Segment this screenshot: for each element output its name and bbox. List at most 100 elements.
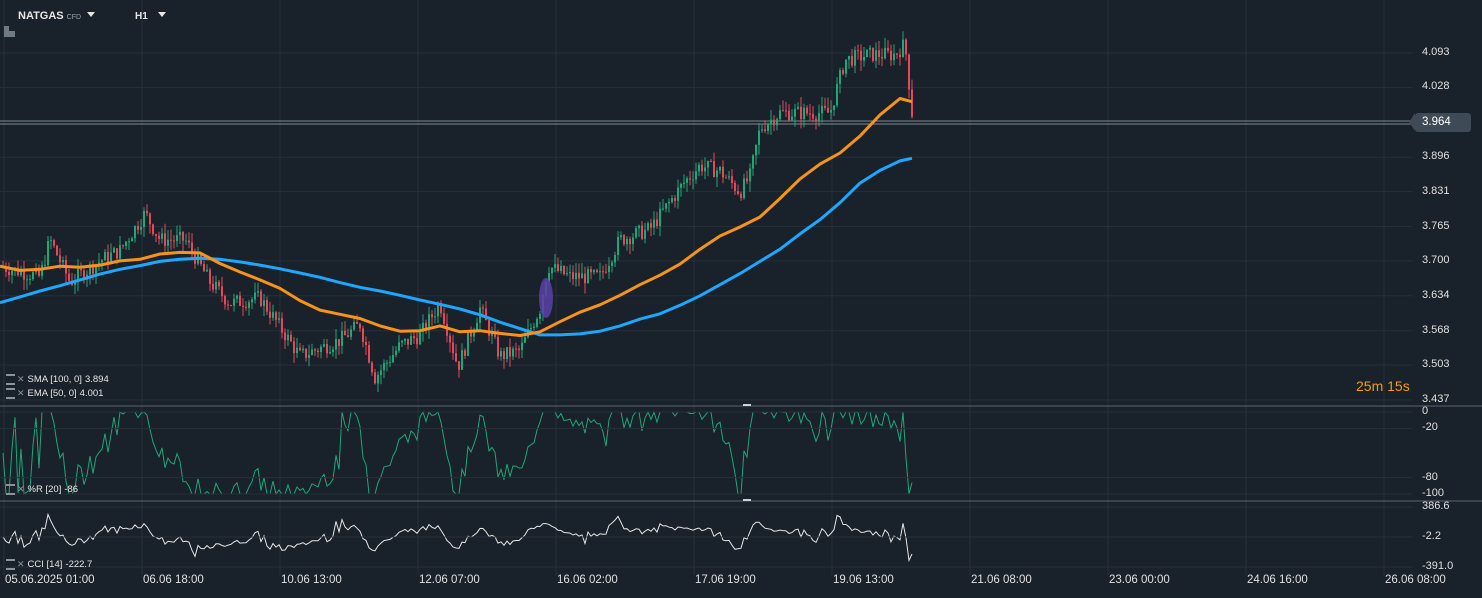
candle-body xyxy=(218,281,220,287)
candle-body xyxy=(629,238,631,245)
candle-body xyxy=(377,374,379,384)
candle-body xyxy=(140,227,142,230)
candle-body xyxy=(56,245,58,256)
candle-body xyxy=(362,328,364,342)
candle-body xyxy=(551,267,553,274)
time-tick-label: 10.06 13:00 xyxy=(281,574,342,586)
candle-body xyxy=(791,116,793,121)
candle-body xyxy=(23,270,25,280)
candle-body xyxy=(770,119,772,125)
candle-body xyxy=(263,300,265,306)
candle-body xyxy=(371,362,373,373)
price-tick-label: 4.028 xyxy=(1422,80,1450,93)
settings-icon[interactable] xyxy=(6,388,15,399)
candle-body xyxy=(536,318,538,327)
candle-body xyxy=(335,339,337,350)
symbol-selector[interactable]: NATGAS CFD xyxy=(18,10,96,22)
wr-value: -86 xyxy=(64,484,79,495)
candle-body xyxy=(713,161,715,178)
candle-body xyxy=(707,160,709,168)
time-tick-label: 16.06 02:00 xyxy=(557,574,618,586)
candle-body xyxy=(80,268,82,271)
candle-body xyxy=(503,351,505,360)
close-icon[interactable]: ✕ xyxy=(17,388,25,399)
candle-body xyxy=(869,47,871,50)
candle-body xyxy=(908,54,910,90)
sma-line xyxy=(0,156,913,337)
sma-indicator-label[interactable]: ✕ SMA [100, 0] 3.894 xyxy=(6,374,109,385)
candle-body xyxy=(125,241,127,246)
candle-body xyxy=(515,348,517,350)
close-icon[interactable]: ✕ xyxy=(17,559,25,570)
time-tick-label: 24.06 16:00 xyxy=(1247,574,1308,586)
pane-resize-handle[interactable] xyxy=(743,499,751,501)
wr-indicator-label[interactable]: ✕ %R [20] -86 xyxy=(6,484,78,495)
candle-body xyxy=(605,271,607,273)
ema-label: EMA [50, 0] xyxy=(27,388,77,399)
wr-tick-label: -80 xyxy=(1422,470,1438,483)
candle-body xyxy=(764,129,766,132)
time-tick-label: 26.06 08:00 xyxy=(1385,574,1446,586)
candle-body xyxy=(368,345,370,363)
candle-body xyxy=(398,342,400,351)
candle-body xyxy=(794,109,796,117)
candle-body xyxy=(410,336,412,345)
timeframe-selector[interactable]: H1 xyxy=(135,11,166,22)
candle-body xyxy=(719,166,721,171)
candle-body xyxy=(866,49,868,58)
candle-body xyxy=(8,271,10,276)
candle-body xyxy=(608,265,610,273)
candle-body xyxy=(647,223,649,230)
candle-body xyxy=(11,270,13,276)
candle-body xyxy=(317,350,319,352)
candle-body xyxy=(812,113,814,119)
candle-body xyxy=(500,351,502,357)
candle-body xyxy=(530,328,532,330)
settings-icon[interactable] xyxy=(6,374,15,385)
pane-resize-handle[interactable] xyxy=(743,404,751,406)
candle-body xyxy=(122,245,124,247)
candle-body xyxy=(206,269,208,272)
candle-body xyxy=(878,50,880,57)
candle-body xyxy=(224,296,226,305)
candle-body xyxy=(905,39,907,55)
candle-body xyxy=(692,179,694,181)
candle-body xyxy=(401,340,403,343)
candle-body xyxy=(521,342,523,351)
candle-body xyxy=(314,349,316,351)
candle-body xyxy=(350,329,352,337)
wr-label: %R [20] xyxy=(27,484,62,495)
candle-body xyxy=(671,198,673,203)
candle-body xyxy=(851,55,853,66)
candle-body xyxy=(524,337,526,343)
candle-body xyxy=(482,307,484,309)
candle-body xyxy=(563,265,565,275)
candle-body xyxy=(185,240,187,242)
ema-indicator-label[interactable]: ✕ EMA [50, 0] 4.001 xyxy=(6,388,103,399)
candle-body xyxy=(332,349,334,353)
candle-body xyxy=(821,105,823,114)
candle-body xyxy=(68,273,70,281)
ema-value: 4.001 xyxy=(79,388,104,399)
chart-corner-icon[interactable] xyxy=(3,26,16,38)
candle-body xyxy=(458,361,460,370)
candle-body xyxy=(683,182,685,184)
close-icon[interactable]: ✕ xyxy=(17,374,25,385)
candle-body xyxy=(800,106,802,120)
settings-icon[interactable] xyxy=(6,559,15,570)
cci-label: CCI [14] xyxy=(27,559,63,570)
candle-body xyxy=(665,203,667,209)
candle-body xyxy=(173,240,175,242)
candle-body xyxy=(275,312,277,320)
time-tick-label: 12.06 07:00 xyxy=(419,574,480,586)
candle-body xyxy=(659,208,661,227)
candle-body xyxy=(890,50,892,61)
candle-body xyxy=(257,291,259,293)
settings-icon[interactable] xyxy=(6,484,15,495)
chart-canvas[interactable] xyxy=(0,0,1482,598)
cci-indicator-label[interactable]: ✕ CCI [14] -222.7 xyxy=(6,559,92,570)
candle-body xyxy=(62,260,64,263)
candle-body xyxy=(161,233,163,239)
close-icon[interactable]: ✕ xyxy=(17,484,25,495)
candle-body xyxy=(308,354,310,358)
